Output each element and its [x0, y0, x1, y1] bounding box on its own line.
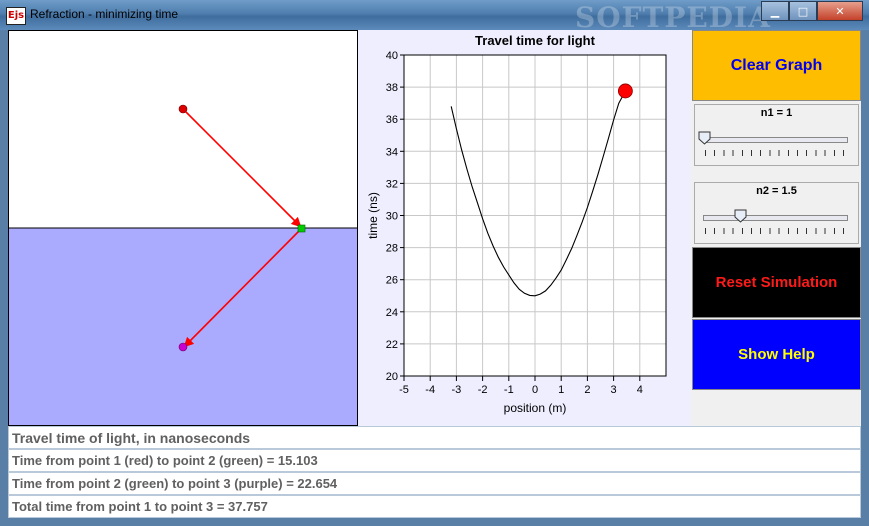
n1-slider-panel: n1 = 1 [694, 104, 859, 166]
n2-slider-thumb[interactable] [734, 209, 747, 223]
info-total-time: Total time from point 1 to point 3 = 37.… [8, 495, 861, 518]
top-medium [9, 31, 357, 228]
x-tick-label: 3 [611, 384, 617, 396]
info-time-2-3: Time from point 2 (green) to point 3 (pu… [8, 472, 861, 495]
window-controls: ▁ □ ✕ [761, 1, 863, 21]
x-tick-label: 4 [637, 384, 643, 396]
x-tick-label: 0 [532, 384, 538, 396]
y-axis-label: time (ns) [366, 192, 380, 239]
minimize-icon: ▁ [770, 4, 780, 18]
simulation-panel[interactable] [8, 30, 358, 426]
maximize-icon: □ [797, 4, 809, 18]
n2-slider-track[interactable] [703, 215, 848, 221]
y-tick-label: 20 [386, 371, 398, 383]
n1-slider-track[interactable] [703, 137, 848, 143]
y-tick-label: 24 [386, 307, 398, 319]
info-panel: Travel time of light, in nanoseconds Tim… [8, 426, 861, 518]
bottom-medium [9, 228, 357, 425]
info-time-1-2: Time from point 1 (red) to point 2 (gree… [8, 449, 861, 472]
y-tick-label: 30 [386, 211, 398, 223]
close-button[interactable]: ✕ [817, 1, 863, 21]
x-tick-label: -3 [452, 384, 462, 396]
chart-title: Travel time for light [475, 33, 596, 48]
y-tick-label: 34 [386, 146, 398, 158]
x-tick-label: 1 [558, 384, 564, 396]
n2-label: n2 = 1.5 [756, 185, 797, 197]
reset-simulation-button[interactable]: Reset Simulation [692, 247, 861, 318]
n1-slider-thumb[interactable] [698, 131, 711, 145]
info-heading: Travel time of light, in nanoseconds [8, 426, 861, 449]
x-tick-label: -1 [504, 384, 514, 396]
y-tick-label: 32 [386, 178, 398, 190]
clear-graph-button[interactable]: Clear Graph [692, 30, 861, 101]
x-tick-label: -4 [425, 384, 435, 396]
travel-time-plot-panel: -5 -4 -3 -2 -1 0 1 2 3 4 20 22 24 26 28 30 32 34 36 38 40 Tra… [358, 30, 691, 426]
title-bar[interactable]: Ejs Refraction - minimizing time SOFTPED… [0, 0, 869, 34]
n1-label: n1 = 1 [760, 107, 793, 119]
y-tick-label: 38 [386, 82, 398, 94]
simulation-canvas[interactable] [9, 31, 358, 426]
point-1-red[interactable] [178, 104, 188, 114]
x-axis-label: position (m) [504, 401, 567, 415]
minimize-button[interactable]: ▁ [761, 1, 789, 21]
window-title: Refraction - minimizing time [30, 7, 179, 21]
point-2-green[interactable] [297, 224, 306, 233]
y-tick-label: 40 [386, 50, 398, 62]
point-3-purple[interactable] [178, 342, 188, 352]
y-tick-label: 26 [386, 275, 398, 287]
y-tick-label: 22 [386, 339, 398, 351]
y-tick-label: 36 [386, 114, 398, 126]
close-icon: ✕ [835, 4, 845, 18]
x-tick-label: -2 [478, 384, 488, 396]
y-tick-label: 28 [386, 243, 398, 255]
show-help-button[interactable]: Show Help [692, 319, 861, 390]
travel-time-chart: -5 -4 -3 -2 -1 0 1 2 3 42022242628303234363840Tra… [366, 33, 667, 415]
n1-slider-ticks [705, 150, 848, 156]
x-tick-label: 2 [584, 384, 590, 396]
ejs-app-icon: Ejs [6, 7, 26, 25]
current-position-marker [617, 83, 633, 99]
maximize-button[interactable]: □ [789, 1, 817, 21]
x-tick-label: -5 [399, 384, 409, 396]
n2-slider-panel: n2 = 1.5 [694, 182, 859, 244]
app-client-area: -5 -4 -3 -2 -1 0 1 2 3 4 20 22 24 26 28 30 32 34 36 38 40 Tra… [8, 30, 861, 518]
n2-slider-ticks [705, 228, 848, 234]
